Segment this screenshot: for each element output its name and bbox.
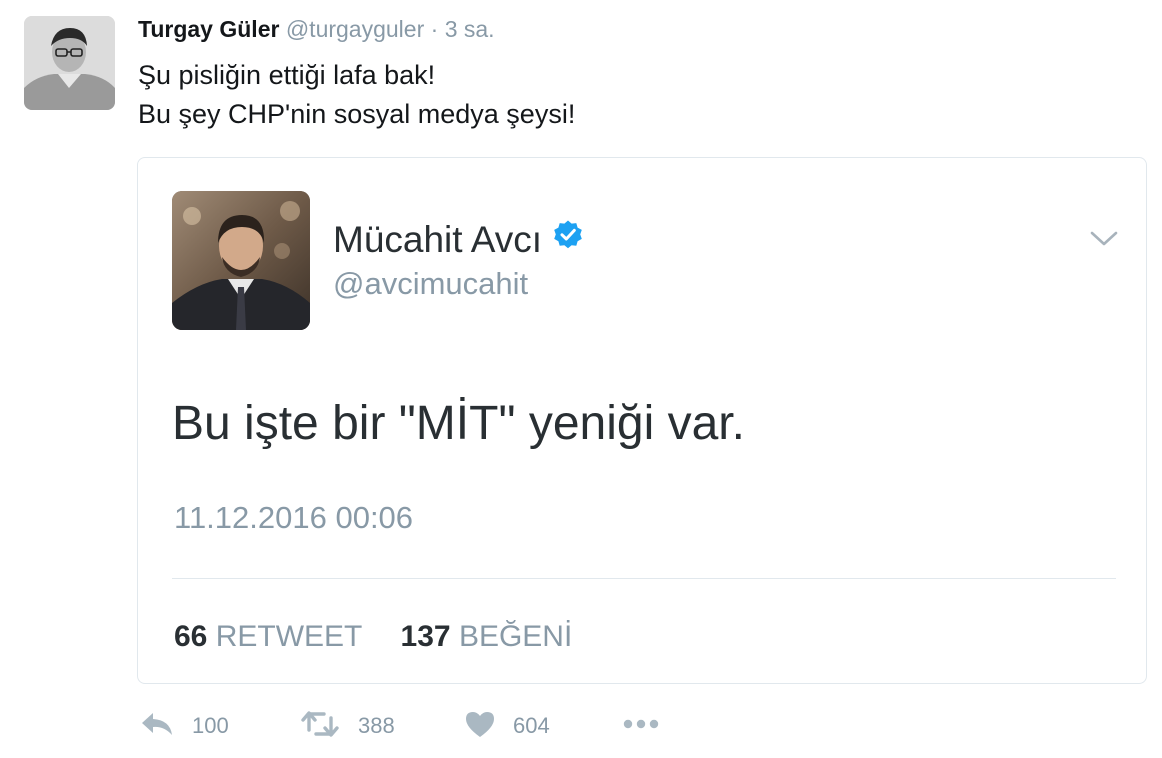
tweet-text-line: Bu şey CHP'nin sosyal medya şeysi! xyxy=(138,99,576,129)
author-handle[interactable]: @turgayguler xyxy=(286,16,424,42)
retweet-button[interactable]: 388 xyxy=(300,706,395,746)
more-button[interactable] xyxy=(622,706,660,746)
header-separator: · xyxy=(430,16,439,42)
quoted-retweets-count: 66 xyxy=(174,620,208,653)
heart-icon xyxy=(465,710,495,743)
tweet-text: Şu pisliğin ettiği lafa bak! Bu şey CHP'… xyxy=(138,56,575,134)
reply-count: 100 xyxy=(192,713,229,738)
tweet-timestamp[interactable]: 3 sa. xyxy=(445,16,495,42)
quoted-tweet-date: 11.12.2016 00:06 xyxy=(174,500,414,535)
quoted-stats: 66 RETWEET 137 BEĞENİ xyxy=(174,618,572,656)
retweet-icon xyxy=(300,710,340,743)
reply-icon xyxy=(140,711,174,742)
like-count: 604 xyxy=(513,713,550,738)
quoted-author-name-text: Mücahit Avcı xyxy=(333,219,543,260)
quoted-author-avatar[interactable] xyxy=(172,191,310,330)
tweet-header: Turgay Güler @turgayguler · 3 sa. xyxy=(138,14,495,44)
more-icon xyxy=(622,717,660,736)
quoted-tweet-card[interactable]: Mücahit Avcı @avcimucahit Bu işte bir "M… xyxy=(137,157,1147,684)
author-avatar[interactable] xyxy=(24,16,115,110)
quoted-author-handle[interactable]: @avcimucahit xyxy=(333,264,528,304)
verified-badge-icon xyxy=(552,217,584,261)
retweet-count: 388 xyxy=(358,713,395,738)
quoted-retweets-label: RETWEET xyxy=(215,620,362,653)
chevron-down-icon[interactable] xyxy=(1086,228,1122,250)
quoted-tweet-text: Bu işte bir "MİT" yeniği var. xyxy=(172,397,745,450)
quoted-divider xyxy=(172,578,1116,579)
reply-button[interactable]: 100 xyxy=(140,706,229,746)
like-button[interactable]: 604 xyxy=(465,706,550,746)
quoted-likes-label: BEĞENİ xyxy=(458,620,573,653)
quoted-author-name[interactable]: Mücahit Avcı xyxy=(333,218,584,262)
quoted-likes-count: 137 xyxy=(400,620,451,653)
author-name[interactable]: Turgay Güler xyxy=(138,16,279,42)
tweet-text-line: Şu pisliğin ettiği lafa bak! xyxy=(138,60,436,90)
